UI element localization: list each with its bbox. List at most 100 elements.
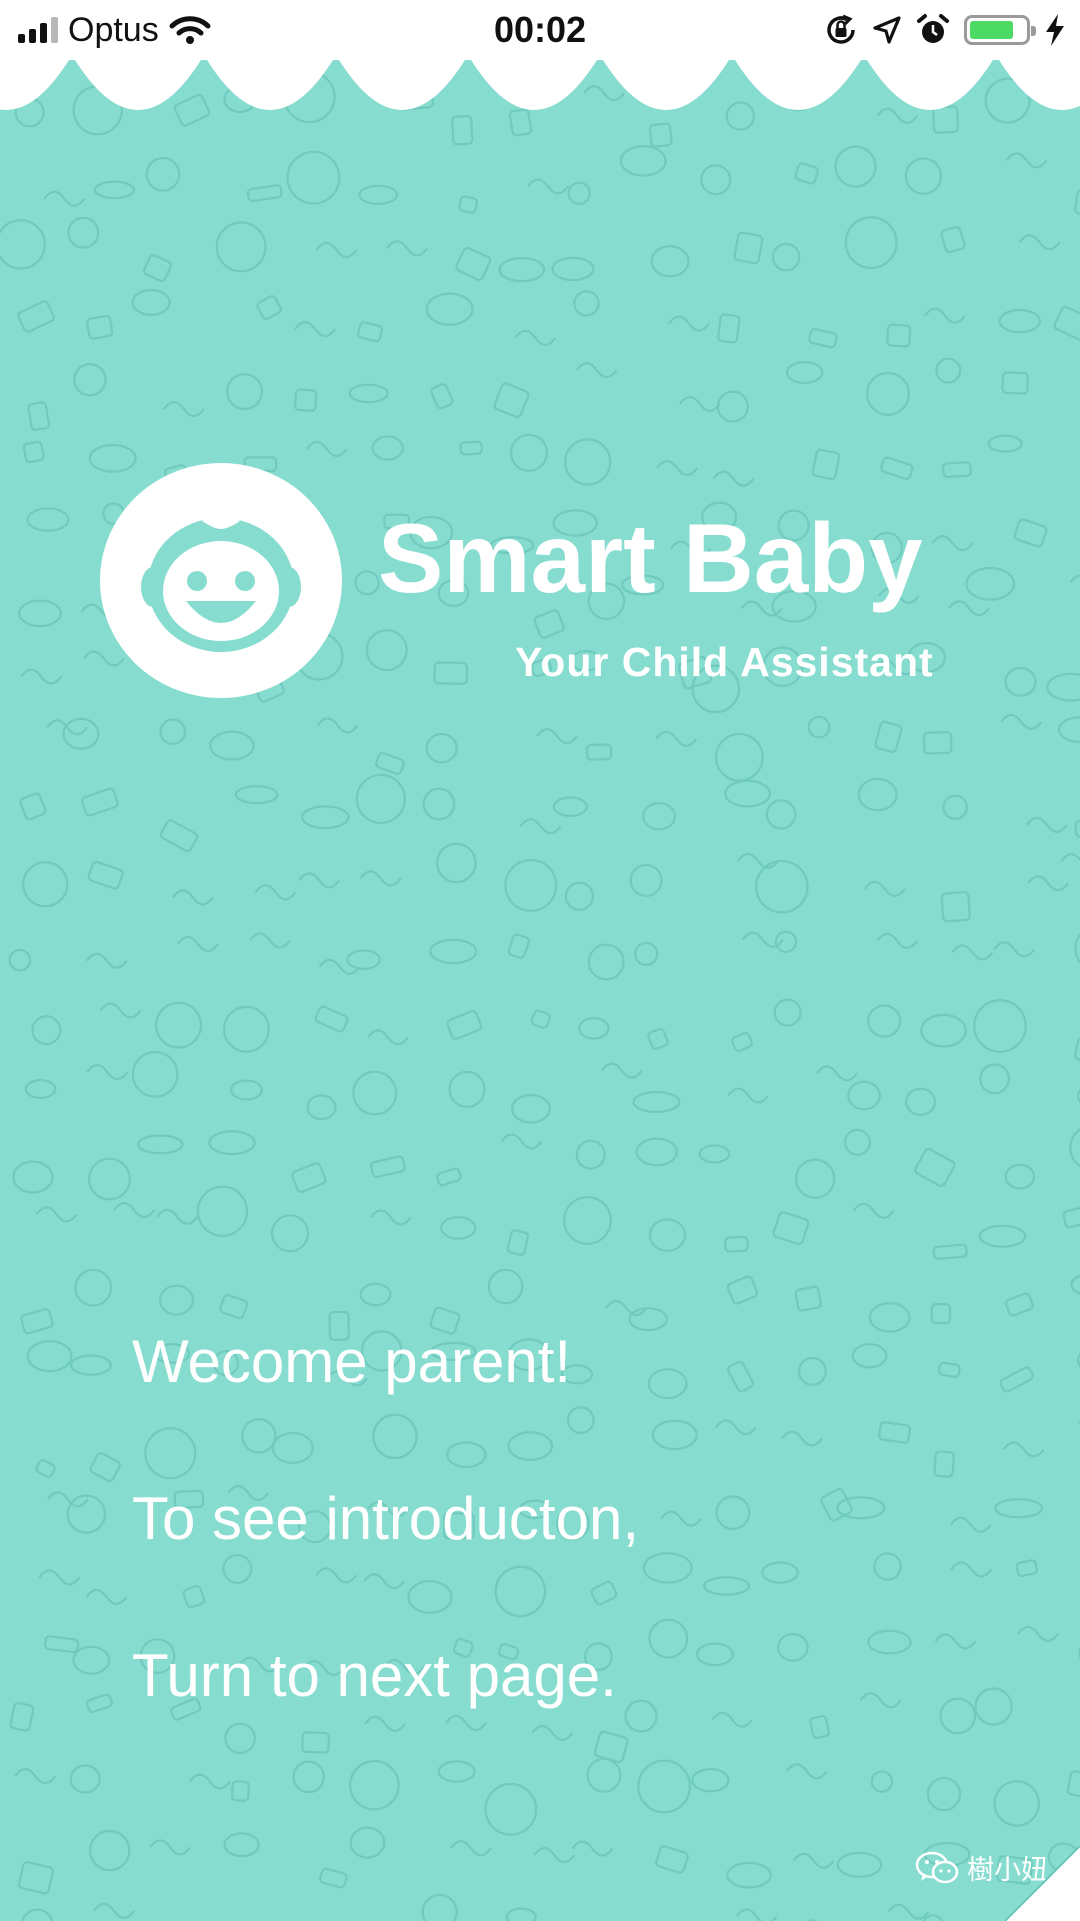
doodle-shape <box>20 668 63 685</box>
doodle-shape <box>372 1413 418 1460</box>
doodle-shape <box>836 1851 883 1878</box>
doodle-shape <box>446 1010 483 1040</box>
doodle-shape <box>735 1908 778 1921</box>
doodle-shape <box>286 150 341 205</box>
doodle-shape <box>9 1701 35 1732</box>
doodle-shape <box>933 1450 955 1478</box>
doodle-shape <box>619 144 667 177</box>
doodle-shape <box>950 1561 993 1578</box>
doodle-shape <box>587 943 625 981</box>
doodle-shape <box>301 805 350 830</box>
doodle-shape <box>1057 716 1080 744</box>
doodle-shape <box>1004 1292 1034 1317</box>
doodle-shape <box>1074 932 1080 965</box>
doodle-shape <box>920 1013 967 1048</box>
doodle-shape <box>69 1764 101 1794</box>
doodle-shape <box>155 1001 203 1049</box>
doodle-shape <box>26 507 70 532</box>
doodle-shape <box>176 935 219 953</box>
doodle-shape <box>711 1711 754 1728</box>
doodle-shape <box>551 256 595 282</box>
doodle-shape <box>352 1070 398 1116</box>
doodle-shape <box>271 1431 314 1465</box>
doodle-shape <box>46 719 89 736</box>
doodle-shape <box>156 1208 199 1225</box>
doodle-shape <box>761 1561 799 1584</box>
doodle-shape <box>386 240 429 257</box>
doodle-shape <box>857 777 898 812</box>
next-page-message: Turn to next page. <box>132 1642 617 1709</box>
doodle-shape <box>188 1773 231 1790</box>
doodle-shape <box>1074 188 1080 218</box>
doodle-shape <box>440 1216 477 1240</box>
scallop-arc <box>732 55 864 110</box>
doodle-shape <box>20 1308 54 1335</box>
doodle-shape <box>940 891 971 923</box>
introduction-message: To see introducton, <box>132 1485 639 1552</box>
page-curl-corner[interactable] <box>1005 1846 1080 1921</box>
doodle-shape <box>142 254 172 282</box>
doodle-shape <box>494 1565 547 1618</box>
doodle-shape <box>843 1128 871 1156</box>
doodle-shape <box>43 190 86 207</box>
doodle-shape <box>27 401 50 431</box>
doodle-shape <box>493 382 530 418</box>
doodle-shape <box>1025 816 1068 833</box>
doodle-shape <box>458 195 479 214</box>
doodle-shape <box>727 1087 770 1104</box>
doodle-shape <box>375 751 405 775</box>
doodle-shape <box>785 1763 828 1780</box>
doodle-shape <box>533 1847 576 1864</box>
doodle-shape <box>17 1861 55 1895</box>
doodle-shape <box>629 863 663 897</box>
doodle-shape <box>131 288 171 316</box>
doodle-shape <box>182 1585 206 1609</box>
doodle-shape <box>22 861 69 908</box>
doodle-shape <box>85 952 128 969</box>
doodle-shape <box>500 1133 543 1150</box>
doodle-shape <box>852 1202 895 1219</box>
doodle-shape <box>650 245 690 278</box>
doodle-shape <box>425 292 474 326</box>
doodle-shape <box>726 1275 759 1305</box>
doodle-shape <box>642 1552 693 1584</box>
doodle-shape <box>1018 234 1061 251</box>
doodle-shape <box>566 1406 595 1434</box>
doodle-shape <box>807 715 831 739</box>
app-logo <box>100 463 342 698</box>
doodle-shape <box>370 1155 406 1179</box>
location-arrow-icon <box>873 16 901 44</box>
doodle-shape <box>271 1214 310 1253</box>
doodle-shape <box>88 1829 131 1872</box>
doodle-shape <box>0 219 46 270</box>
doodle-shape <box>533 609 565 639</box>
doodle-shape <box>564 438 612 486</box>
doodle-shape <box>844 216 898 270</box>
doodle-shape <box>865 371 910 416</box>
app-subtitle: Your Child Assistant <box>515 639 934 685</box>
doodle-shape <box>1062 1205 1080 1229</box>
orientation-lock-icon <box>827 14 855 44</box>
doodle-shape <box>159 718 187 746</box>
doodle-shape <box>357 321 383 343</box>
doodle-shape <box>363 1573 406 1590</box>
doodle-shape <box>514 329 557 346</box>
doodle-shape <box>1069 1128 1080 1168</box>
doodle-shape <box>159 819 199 853</box>
doodle-shape <box>586 1757 622 1793</box>
doodle-shape <box>648 1218 687 1252</box>
doodle-shape <box>794 1158 836 1199</box>
doodle-shape <box>67 216 100 249</box>
doodle-shape <box>99 1002 142 1019</box>
doodle-shape <box>484 1782 538 1836</box>
doodle-shape <box>942 794 968 820</box>
doodle-shape <box>459 440 483 456</box>
doodle-shape <box>425 732 458 764</box>
doodle-shape <box>1046 672 1080 702</box>
doodle-shape <box>294 388 318 412</box>
doodle-shape <box>765 799 797 830</box>
doodle-shape <box>731 1032 753 1053</box>
doodle-shape <box>93 1902 135 1919</box>
doodle-shape <box>433 661 469 685</box>
doodle-shape <box>564 881 595 911</box>
